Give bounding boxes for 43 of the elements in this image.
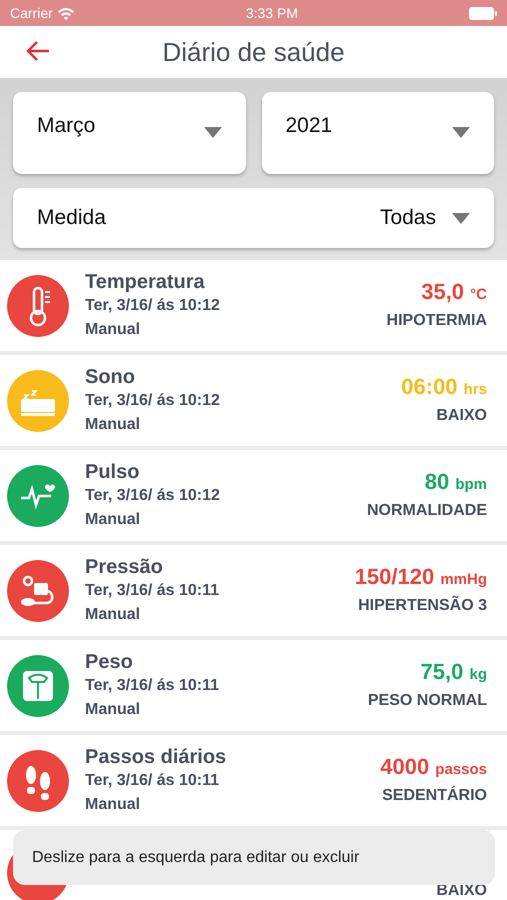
carrier-label: Carrier (10, 4, 53, 22)
screen-title: Diário de saúde (162, 36, 345, 68)
entry-title: Pressão (85, 554, 164, 578)
entry-date: Ter, 3/16/ ás 10:11 (85, 770, 220, 790)
caret-icon (452, 212, 470, 224)
status-label: NORMALIDADE (367, 501, 487, 521)
entry-source: Manual (85, 700, 142, 720)
reading-value: 80 bpm (424, 468, 487, 496)
wifi-icon (56, 6, 75, 20)
reading-value: 4000 passos (380, 753, 487, 781)
status-label: SEDENTÁRIO (381, 784, 487, 806)
entry-source: Manual (85, 320, 142, 340)
reading-value: 150/120 mmHg (354, 563, 487, 591)
entry-title: Peso (85, 650, 134, 674)
reading-value: 06:00 hrs (401, 373, 487, 401)
entry-title: Passos diários (85, 744, 228, 768)
dropdown[interactable]: 2021 (262, 92, 494, 174)
entry-source: Manual (85, 604, 142, 624)
dropdown[interactable]: Medida Todas (13, 188, 494, 248)
entry-title: Pulso (85, 460, 140, 484)
reading-value: 35,0 °C (420, 278, 487, 306)
entry-source: Manual (85, 794, 142, 814)
status-label: HIPERTENSÃO 3 (357, 594, 487, 616)
status-label: PESO NORMAL (368, 691, 487, 711)
entry-date: Ter, 3/16/ ás 10:12 (85, 486, 221, 506)
reading-value: 75,0 kg (420, 658, 487, 686)
battery-icon (468, 6, 497, 20)
caret-icon (204, 126, 222, 138)
time-label: 3:33 PM (246, 4, 298, 22)
back-arrow-icon[interactable] (26, 40, 50, 62)
status-label: BAIXO (435, 406, 487, 426)
entry-date: Ter, 3/16/ ás 10:12 (85, 296, 221, 316)
entry-source: Manual (85, 510, 142, 530)
entry-source: Manual (85, 414, 142, 434)
entry-title: Temperatura (85, 270, 206, 294)
caret-icon (452, 126, 470, 138)
status-label: HIPOTERMIA (386, 311, 487, 331)
dropdown[interactable]: Março (13, 92, 246, 174)
entry-title: Sono (85, 364, 136, 388)
entry-date: Ter, 3/16/ ás 10:11 (85, 580, 220, 600)
toast-message: Deslize para a esquerda para editar ou excluir (13, 830, 495, 885)
entry-date: Ter, 3/16/ ás 10:11 (85, 676, 220, 696)
entry-date: Ter, 3/16/ ás 10:12 (85, 390, 221, 410)
